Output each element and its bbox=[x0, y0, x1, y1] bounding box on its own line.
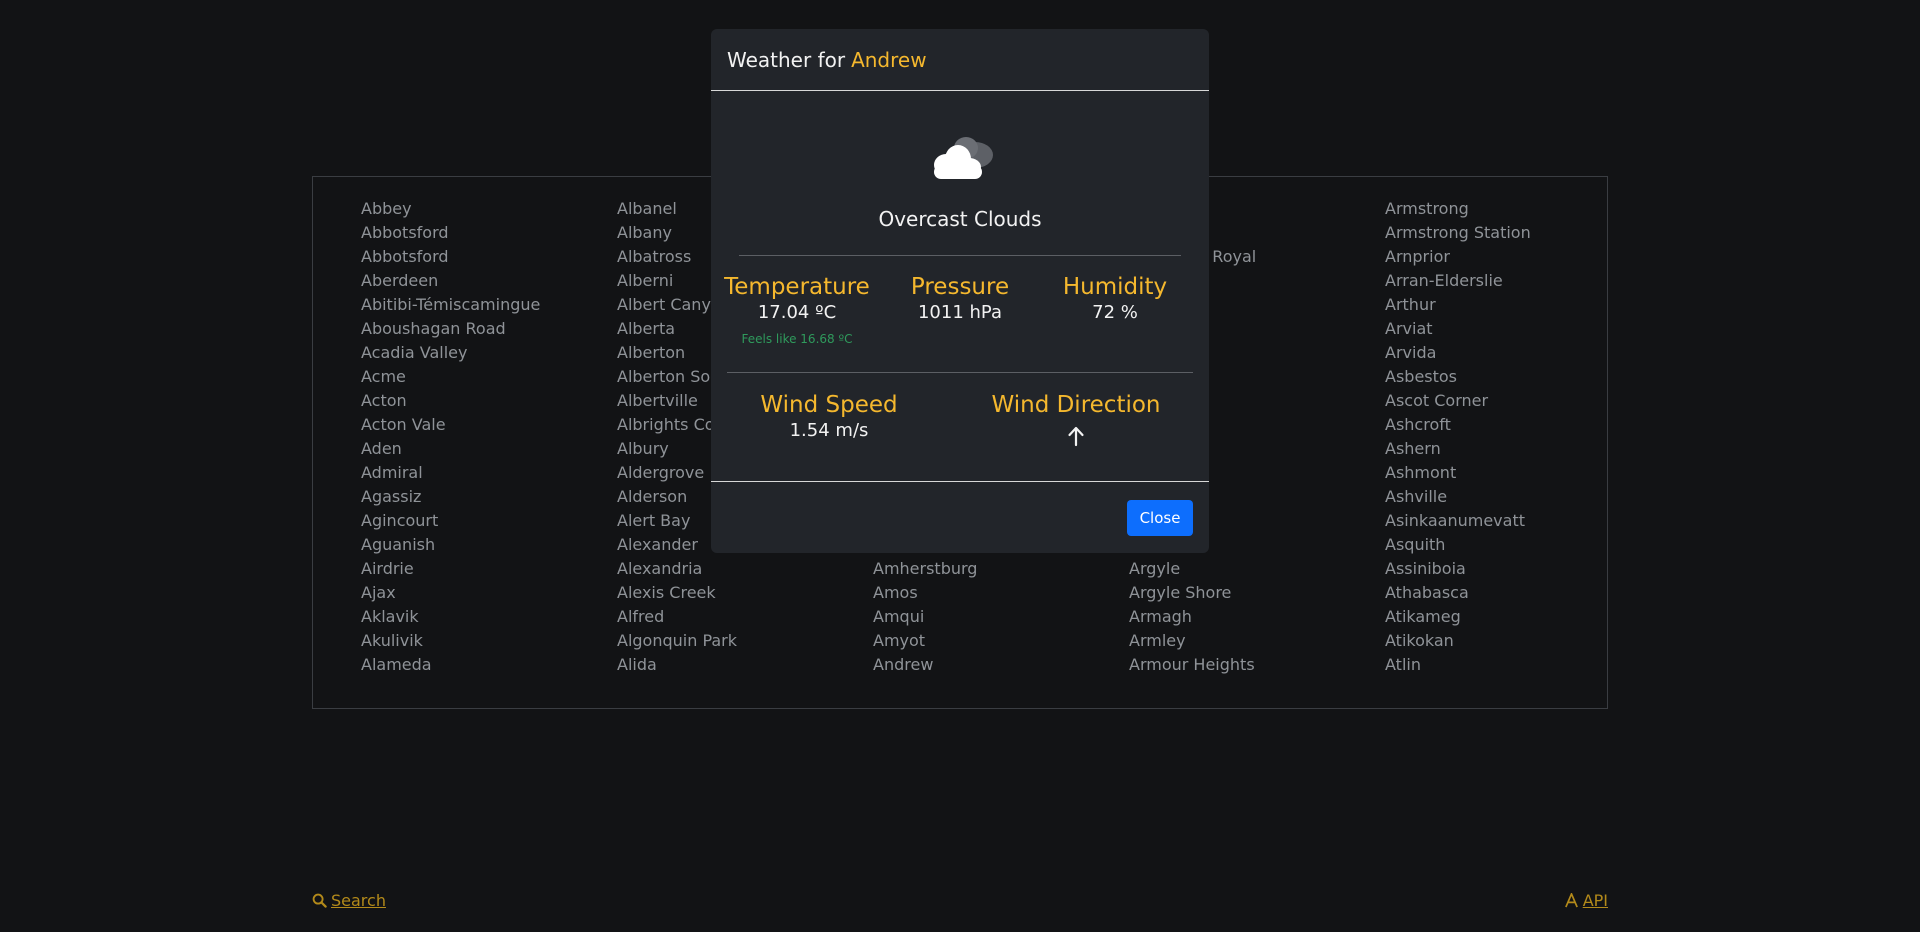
pressure-label: Pressure bbox=[910, 274, 1010, 300]
city-link[interactable]: Airdrie bbox=[361, 557, 540, 581]
city-link[interactable]: Akulivik bbox=[361, 629, 540, 653]
city-link[interactable]: Alexis Creek bbox=[617, 581, 747, 605]
city-link[interactable]: Aguanish bbox=[361, 533, 540, 557]
city-link[interactable]: Argyle Shore bbox=[1129, 581, 1256, 605]
weather-modal: Weather for Andrew Overcast Clouds Tempe… bbox=[711, 29, 1209, 553]
humidity-label: Humidity bbox=[1062, 274, 1168, 300]
city-link[interactable]: Atikokan bbox=[1385, 629, 1531, 653]
city-link[interactable]: Amherstburg bbox=[873, 557, 977, 581]
city-link[interactable]: Algonquin Park bbox=[617, 629, 747, 653]
city-link[interactable]: Acadia Valley bbox=[361, 341, 540, 365]
city-link[interactable]: Alfred bbox=[617, 605, 747, 629]
city-link[interactable]: Arthur bbox=[1385, 293, 1531, 317]
city-link[interactable]: Agassiz bbox=[361, 485, 540, 509]
city-link[interactable]: Ashcroft bbox=[1385, 413, 1531, 437]
modal-footer: Close bbox=[711, 481, 1209, 553]
city-link[interactable]: Amos bbox=[873, 581, 977, 605]
city-link[interactable]: Admiral bbox=[361, 461, 540, 485]
city-link[interactable]: Armagh bbox=[1129, 605, 1256, 629]
wind-speed-label: Wind Speed bbox=[760, 392, 898, 418]
city-link[interactable]: Abbotsford bbox=[361, 221, 540, 245]
city-link[interactable]: Alida bbox=[617, 653, 747, 677]
city-column-1: Abbey Abbotsford Abbotsford Aberdeen Abitibi… bbox=[361, 197, 540, 677]
city-link[interactable]: Andrew bbox=[873, 653, 977, 677]
city-link[interactable]: Armour Heights bbox=[1129, 653, 1256, 677]
temperature-label: Temperature bbox=[724, 274, 870, 300]
city-link[interactable]: Agincourt bbox=[361, 509, 540, 533]
modal-body: Overcast Clouds Temperature 17.04 ºC Fee… bbox=[711, 91, 1209, 481]
city-link[interactable]: Arvida bbox=[1385, 341, 1531, 365]
city-link[interactable]: Aboushagan Road bbox=[361, 317, 540, 341]
city-link[interactable]: Armstrong bbox=[1385, 197, 1531, 221]
city-link[interactable]: Acme bbox=[361, 365, 540, 389]
temperature-value: 17.04 ºC bbox=[757, 302, 837, 323]
city-link[interactable]: Acton bbox=[361, 389, 540, 413]
city-link[interactable]: Arviat bbox=[1385, 317, 1531, 341]
close-button[interactable]: Close bbox=[1127, 500, 1193, 536]
wind-direction-metric: Wind Direction bbox=[981, 391, 1171, 451]
humidity-metric: Humidity 72 % bbox=[1035, 273, 1195, 325]
city-link[interactable]: Armley bbox=[1129, 629, 1256, 653]
city-link[interactable]: Ashern bbox=[1385, 437, 1531, 461]
overcast-cloud-icon bbox=[934, 137, 993, 179]
modal-header: Weather for Andrew bbox=[711, 29, 1209, 91]
city-link[interactable]: Aberdeen bbox=[361, 269, 540, 293]
weather-conditions: Overcast Clouds bbox=[878, 207, 1042, 231]
api-link[interactable]: API bbox=[1564, 891, 1608, 910]
feels-like: Feels like 16.68 ºC bbox=[741, 332, 853, 346]
search-link-label: Search bbox=[331, 891, 386, 910]
city-link[interactable]: Assiniboia bbox=[1385, 557, 1531, 581]
wind-speed-value: 1.54 m/s bbox=[789, 420, 869, 441]
api-icon bbox=[1564, 893, 1578, 908]
city-link[interactable]: Aden bbox=[361, 437, 540, 461]
city-link[interactable]: Athabasca bbox=[1385, 581, 1531, 605]
city-link[interactable]: Armstrong Station bbox=[1385, 221, 1531, 245]
humidity-value: 72 % bbox=[1092, 302, 1138, 323]
city-link[interactable]: Abitibi-Témiscamingue bbox=[361, 293, 540, 317]
pressure-value: 1011 hPa bbox=[917, 302, 1002, 323]
city-link[interactable]: Asquith bbox=[1385, 533, 1531, 557]
city-link[interactable]: Ashville bbox=[1385, 485, 1531, 509]
city-column-5: Armstrong Armstrong Station Arnprior Arran-… bbox=[1385, 197, 1531, 677]
city-link[interactable]: Atlin bbox=[1385, 653, 1531, 677]
search-icon bbox=[312, 893, 327, 908]
modal-title-prefix: Weather for bbox=[727, 47, 846, 72]
city-link[interactable]: Asinkaanumevatt bbox=[1385, 509, 1531, 533]
city-link[interactable]: Alameda bbox=[361, 653, 540, 677]
city-link[interactable]: Ascot Corner bbox=[1385, 389, 1531, 413]
city-link[interactable]: Asbestos bbox=[1385, 365, 1531, 389]
temperature-metric: Temperature 17.04 ºC Feels like 16.68 ºC bbox=[717, 273, 877, 347]
city-link[interactable]: Amqui bbox=[873, 605, 977, 629]
city-link[interactable]: Abbey bbox=[361, 197, 540, 221]
city-link[interactable]: Atikameg bbox=[1385, 605, 1531, 629]
divider bbox=[739, 255, 1181, 256]
city-link[interactable]: Acton Vale bbox=[361, 413, 540, 437]
pressure-metric: Pressure 1011 hPa bbox=[880, 273, 1040, 325]
city-link[interactable]: Arran-Elderslie bbox=[1385, 269, 1531, 293]
city-link[interactable]: Amyot bbox=[873, 629, 977, 653]
city-link[interactable]: Ajax bbox=[361, 581, 540, 605]
wind-direction-label: Wind Direction bbox=[991, 392, 1161, 418]
arrow-up-icon bbox=[1068, 426, 1084, 447]
wind-speed-metric: Wind Speed 1.54 m/s bbox=[749, 391, 909, 443]
city-link[interactable]: Ashmont bbox=[1385, 461, 1531, 485]
city-link[interactable]: Alexandria bbox=[617, 557, 747, 581]
search-link[interactable]: Search bbox=[312, 891, 386, 910]
city-link[interactable]: Argyle bbox=[1129, 557, 1256, 581]
divider bbox=[727, 372, 1193, 373]
modal-city-name: Andrew bbox=[851, 47, 927, 72]
city-link[interactable]: Abbotsford bbox=[361, 245, 540, 269]
api-link-label: API bbox=[1582, 891, 1608, 910]
city-link[interactable]: Aklavik bbox=[361, 605, 540, 629]
city-link[interactable]: Arnprior bbox=[1385, 245, 1531, 269]
